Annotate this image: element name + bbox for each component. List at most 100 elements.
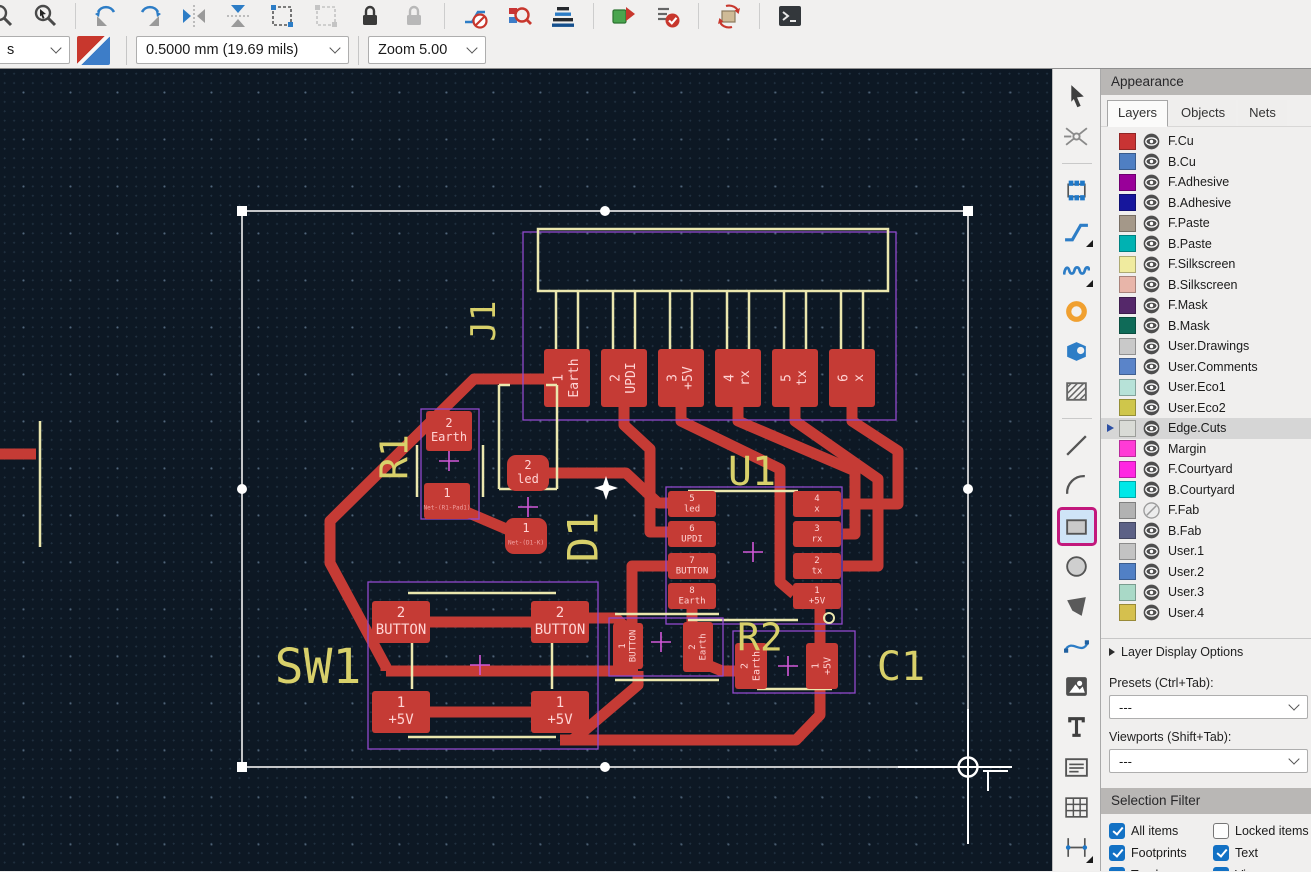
layer-color-swatch[interactable]: [1119, 440, 1136, 458]
viewports-select[interactable]: ---: [1109, 749, 1308, 773]
place-text-tool[interactable]: [1060, 710, 1094, 743]
visibility-eye-icon[interactable]: [1143, 338, 1160, 355]
unlock-button[interactable]: [400, 2, 428, 30]
layer-color-swatch[interactable]: [1119, 214, 1136, 232]
checkbox[interactable]: [1109, 845, 1125, 861]
layer-row-Margin[interactable]: Margin: [1101, 439, 1311, 460]
visibility-eye-icon[interactable]: [1143, 215, 1160, 232]
ungroup-button[interactable]: [312, 2, 340, 30]
draw-bezier-tool[interactable]: [1060, 630, 1094, 663]
layer-color-swatch[interactable]: [1119, 153, 1136, 171]
layer-row-User.Comments[interactable]: User.Comments: [1101, 357, 1311, 378]
layer-color-swatch[interactable]: [1119, 604, 1136, 622]
track-width-preset-select[interactable]: s: [0, 36, 70, 64]
layer-row-Edge.Cuts[interactable]: Edge.Cuts: [1101, 418, 1311, 439]
layer-row-User.2[interactable]: User.2: [1101, 562, 1311, 583]
update-pcb-button[interactable]: [610, 2, 638, 30]
tune-length-tool[interactable]: [1060, 255, 1094, 288]
layer-color-swatch[interactable]: [1119, 235, 1136, 253]
layer-color-swatch[interactable]: [1119, 358, 1136, 376]
visibility-eye-icon[interactable]: [1143, 584, 1160, 601]
visibility-hidden-icon[interactable]: [1143, 502, 1160, 519]
tab-nets[interactable]: Nets: [1238, 100, 1287, 126]
checkbox[interactable]: [1213, 823, 1229, 839]
layer-color-swatch[interactable]: [1119, 173, 1136, 191]
layer-color-swatch[interactable]: [1119, 563, 1136, 581]
layer-color-swatch[interactable]: [1119, 317, 1136, 335]
rotate-ccw-button[interactable]: [92, 2, 120, 30]
reference-label[interactable]: C1: [877, 644, 925, 690]
layer-row-F.Silkscreen[interactable]: F.Silkscreen: [1101, 254, 1311, 275]
presets-select[interactable]: ---: [1109, 695, 1308, 719]
draw-line-tool[interactable]: [1060, 429, 1094, 462]
exchange-footprints-button[interactable]: [715, 2, 743, 30]
reference-label[interactable]: SW1: [275, 639, 362, 695]
layer-color-swatch[interactable]: [1119, 583, 1136, 601]
reference-label[interactable]: U1: [728, 449, 776, 495]
copper-trace[interactable]: [626, 560, 670, 625]
layer-row-B.Silkscreen[interactable]: B.Silkscreen: [1101, 275, 1311, 296]
copper-trace[interactable]: [618, 407, 668, 538]
checkbox[interactable]: [1109, 867, 1125, 871]
track-width-select[interactable]: 0.5000 mm (19.69 mils): [136, 36, 349, 64]
pcb-canvas[interactable]: 1Earth 2UPDI 3+5V 4rx 5tx 6x J1 2 Earth 1 Net-(R1-…: [0, 69, 1052, 871]
layer-row-User.Eco2[interactable]: User.Eco2: [1101, 398, 1311, 419]
visibility-eye-icon[interactable]: [1143, 174, 1160, 191]
group-button[interactable]: [268, 2, 296, 30]
tab-objects[interactable]: Objects: [1170, 100, 1237, 126]
layer-pair-icon[interactable]: [77, 35, 110, 65]
zoom-fit-button[interactable]: [0, 2, 15, 30]
visibility-eye-icon[interactable]: [1143, 153, 1160, 170]
reference-label[interactable]: J1: [464, 301, 504, 342]
layer-row-B.Paste[interactable]: B.Paste: [1101, 234, 1311, 255]
dimension-tool[interactable]: [1060, 831, 1094, 864]
scripting-console-button[interactable]: [776, 2, 804, 30]
visibility-eye-icon[interactable]: [1143, 522, 1160, 539]
draw-rectangle-tool[interactable]: [1056, 506, 1097, 546]
layer-color-swatch[interactable]: [1119, 255, 1136, 273]
place-via-tool[interactable]: [1060, 295, 1094, 328]
layer-row-F.Cu[interactable]: F.Cu: [1101, 131, 1311, 152]
checkbox[interactable]: [1109, 823, 1125, 839]
layer-row-B.Cu[interactable]: B.Cu: [1101, 152, 1311, 173]
board-stackup-button[interactable]: [549, 2, 577, 30]
layer-row-F.Mask[interactable]: F.Mask: [1101, 295, 1311, 316]
select-tool[interactable]: [1060, 80, 1094, 113]
layer-row-B.Fab[interactable]: B.Fab: [1101, 521, 1311, 542]
zoom-selection-button[interactable]: [31, 2, 59, 30]
draw-polygon-tool[interactable]: [1060, 590, 1094, 623]
draw-circle-tool[interactable]: [1060, 550, 1094, 583]
visibility-eye-icon[interactable]: [1143, 399, 1160, 416]
layer-color-swatch[interactable]: [1119, 542, 1136, 560]
layer-color-swatch[interactable]: [1119, 194, 1136, 212]
layer-row-F.Adhesive[interactable]: F.Adhesive: [1101, 172, 1311, 193]
layer-color-swatch[interactable]: [1119, 501, 1136, 519]
visibility-eye-icon[interactable]: [1143, 297, 1160, 314]
layer-row-User.4[interactable]: User.4: [1101, 603, 1311, 624]
layer-color-swatch[interactable]: [1119, 378, 1136, 396]
layer-row-F.Paste[interactable]: F.Paste: [1101, 213, 1311, 234]
layer-row-B.Adhesive[interactable]: B.Adhesive: [1101, 193, 1311, 214]
tab-layers[interactable]: Layers: [1107, 100, 1169, 127]
lock-button[interactable]: [356, 2, 384, 30]
visibility-eye-icon[interactable]: [1143, 440, 1160, 457]
reference-label[interactable]: R2: [737, 615, 783, 659]
checkbox[interactable]: [1213, 867, 1229, 871]
visibility-eye-icon[interactable]: [1143, 358, 1160, 375]
place-textbox-tool[interactable]: [1060, 750, 1094, 783]
flip-horizontal-button[interactable]: [180, 2, 208, 30]
reference-label[interactable]: D1: [559, 512, 608, 563]
place-image-tool[interactable]: [1060, 670, 1094, 703]
layer-color-swatch[interactable]: [1119, 460, 1136, 478]
visibility-eye-icon[interactable]: [1143, 276, 1160, 293]
layer-row-B.Courtyard[interactable]: B.Courtyard: [1101, 480, 1311, 501]
route-tracks-tool[interactable]: [1060, 214, 1094, 247]
visibility-eye-icon[interactable]: [1143, 194, 1160, 211]
design-rules-check-button[interactable]: [654, 2, 682, 30]
layer-color-swatch[interactable]: [1119, 481, 1136, 499]
rotate-cw-button[interactable]: [136, 2, 164, 30]
net-inspect-button[interactable]: [505, 2, 533, 30]
selection-mid-handle[interactable]: [600, 762, 610, 772]
layer-row-F.Fab[interactable]: F.Fab: [1101, 500, 1311, 521]
layer-color-swatch[interactable]: [1119, 132, 1136, 150]
